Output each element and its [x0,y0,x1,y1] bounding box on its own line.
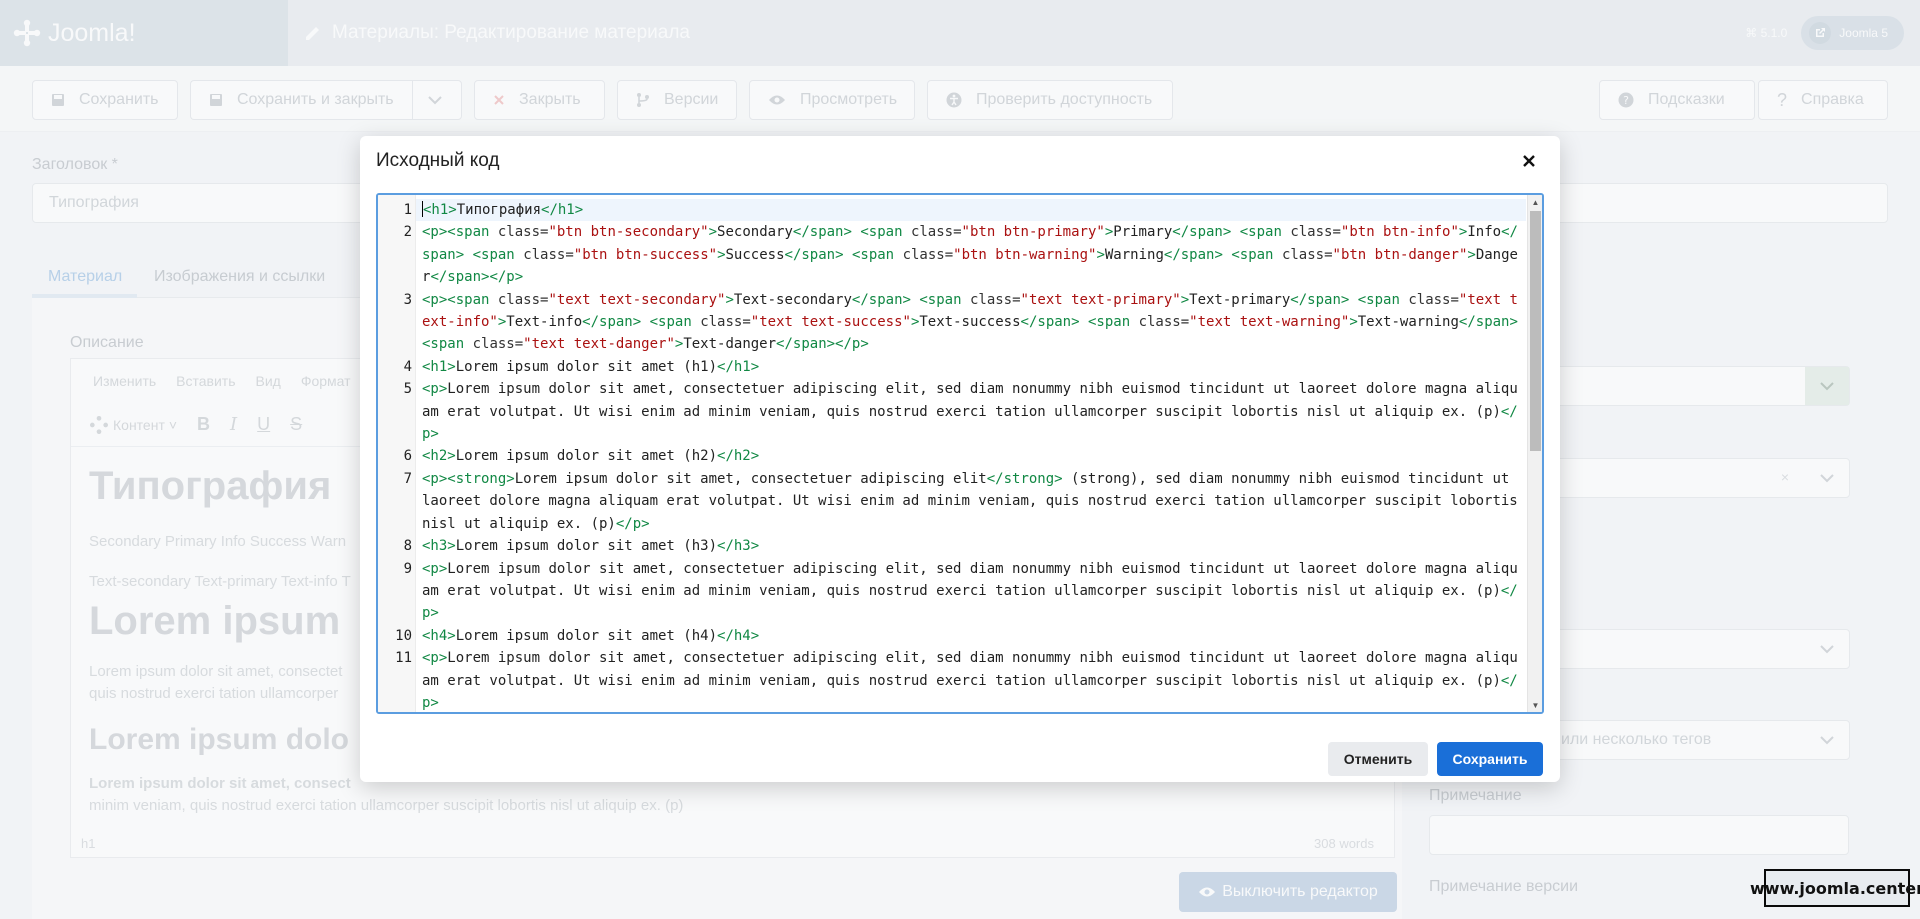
scrollbar-thumb[interactable] [1530,211,1541,451]
cancel-button[interactable]: Отменить [1328,742,1428,776]
code-line[interactable]: 6 <h2>Lorem ipsum dolor sit amet (h2)</h2… [404,445,1526,467]
source-code-editor[interactable]: 1 <h1>Типография</h1> 2 <p><span class="bt… [376,193,1544,714]
code-scrollbar[interactable]: ▲ ▼ [1527,195,1542,712]
code-line[interactable]: 3 <p><span class="text text-secondary">Te… [404,289,1526,356]
watermark: www.joomla.center [1750,869,1920,907]
code-lines[interactable]: 1 <h1>Типография</h1> 2 <p><span class="bt… [395,199,1526,712]
close-icon [1523,155,1535,167]
code-line[interactable]: 7 <p><strong>Lorem ipsum dolor sit amet, … [404,468,1526,535]
code-line[interactable]: 10 <h4>Lorem ipsum dolor sit amet (h4)</h… [395,625,1526,647]
code-line[interactable]: 2 <p><span class="btn btn-secondary">Seco… [404,221,1526,288]
code-line[interactable]: 11 <p>Lorem ipsum dolor sit amet, consect… [395,647,1526,712]
code-line[interactable]: 9 <p>Lorem ipsum dolor sit amet, consecte… [404,558,1526,625]
code-line[interactable]: 8 <h3>Lorem ipsum dolor sit amet (h3)</h3… [404,535,1526,557]
scroll-down-arrow-icon[interactable]: ▼ [1528,698,1542,712]
code-line[interactable]: 1 <h1>Типография</h1> [404,199,1526,222]
dialog-title: Исходный код [376,150,500,171]
dialog-save-button[interactable]: Сохранить [1437,742,1543,776]
source-code-dialog: Исходный код 1 <h1>Типография</h1> 2 <p><s… [360,136,1560,782]
code-line[interactable]: 4 <h1>Lorem ipsum dolor sit amet (h1)</h1… [404,356,1526,378]
close-dialog-button[interactable] [1518,150,1540,172]
scroll-up-arrow-icon[interactable]: ▲ [1528,195,1542,209]
code-line[interactable]: 5 <p>Lorem ipsum dolor sit amet, consecte… [404,378,1526,445]
